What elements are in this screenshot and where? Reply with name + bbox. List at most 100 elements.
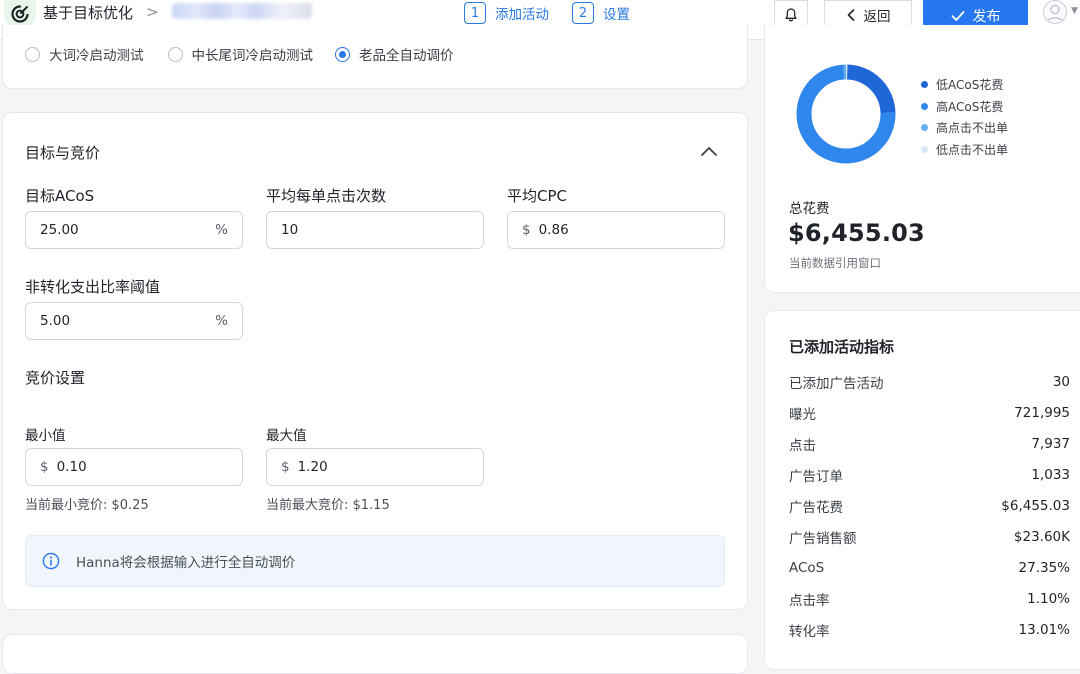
radio-option-large-keyword[interactable]: 大词冷启动测试 — [25, 44, 144, 64]
info-text: Hanna将会根据输入进行全自动调价 — [76, 555, 296, 571]
step-number: 1 — [464, 2, 486, 24]
metric-value: 30 — [1052, 374, 1070, 390]
min-bid-label: 最小值 — [25, 428, 66, 444]
input-value: 0.86 — [538, 222, 569, 238]
legend-dot — [921, 124, 928, 132]
legend-item: 低点击不出单 — [921, 139, 1008, 161]
input-value: 10 — [281, 222, 299, 238]
metric-label: 曝光 — [789, 407, 816, 423]
legend-dot — [921, 81, 928, 89]
radio-option-long-tail[interactable]: 中长尾词冷启动测试 — [167, 44, 314, 64]
chevron-left-icon — [847, 9, 854, 21]
publish-button-label: 发布 — [972, 8, 1001, 25]
metric-row: 已添加广告活动 30 — [789, 372, 1070, 392]
step-label: 设置 — [603, 7, 630, 23]
metric-row: 转化率 13.01% — [789, 620, 1070, 640]
avg-clicks-input[interactable]: 10 — [266, 211, 484, 249]
step-label: 添加活动 — [495, 7, 549, 23]
total-spend-label: 总花费 — [789, 201, 830, 217]
radio-option-auto-bid[interactable]: 老品全自动调价 — [335, 44, 454, 64]
goals-section-title: 目标与竞价 — [25, 144, 101, 162]
metric-row: 点击 7,937 — [789, 434, 1070, 454]
max-bid-label: 最大值 — [266, 428, 307, 444]
chevron-down-icon[interactable]: ▼ — [1071, 6, 1078, 16]
radio-label: 中长尾词冷启动测试 — [191, 48, 314, 64]
breadcrumb-separator: > — [146, 3, 159, 21]
user-icon — [1046, 4, 1064, 23]
input-value: 0.10 — [56, 459, 87, 475]
metric-value: 7,937 — [1031, 436, 1070, 452]
legend-item: 高点击不出单 — [921, 117, 1008, 139]
non-conv-threshold-label: 非转化支出比率阈值 — [25, 278, 161, 296]
step-number: 2 — [572, 2, 594, 24]
collapse-button[interactable] — [698, 141, 720, 161]
input-value: 25.00 — [40, 222, 79, 238]
target-acos-input[interactable]: 25.00 % — [25, 211, 243, 249]
radio-label: 老品全自动调价 — [359, 48, 454, 64]
dollar-prefix: $ — [522, 222, 531, 238]
avg-cpc-label: 平均CPC — [507, 187, 567, 205]
metric-value: $23.60K — [1013, 529, 1070, 545]
total-spend-value: $6,455.03 — [788, 219, 925, 247]
metric-label: 转化率 — [789, 624, 830, 640]
radio-button-selected[interactable] — [335, 46, 350, 62]
metric-row: 广告订单 1,033 — [789, 465, 1070, 485]
step-add-activity[interactable]: 1 添加活动 — [464, 0, 549, 26]
metric-value: 1.10% — [1027, 591, 1070, 607]
step-settings[interactable]: 2 设置 — [572, 0, 630, 26]
metric-row: 点击率 1.10% — [789, 589, 1070, 609]
spend-legend: 低ACoS花费 高ACoS花费 高点击不出单 低点击不出单 — [921, 74, 1008, 160]
legend-label: 低点击不出单 — [936, 142, 1009, 157]
avatar[interactable] — [1043, 0, 1067, 24]
metric-row: 广告花费 $6,455.03 — [789, 496, 1070, 516]
min-bid-hint: 当前最小竞价: $0.25 — [25, 498, 149, 513]
metric-value: 13.01% — [1018, 622, 1070, 638]
metric-label: 点击率 — [789, 593, 830, 609]
max-bid-hint: 当前最大竞价: $1.15 — [266, 498, 390, 513]
breadcrumb-blurred-item[interactable] — [172, 3, 312, 19]
metric-value: 1,033 — [1031, 467, 1070, 483]
metric-row: 曝光 721,995 — [789, 403, 1070, 423]
check-icon — [951, 10, 964, 21]
radio-label: 大词冷启动测试 — [49, 48, 144, 64]
back-button-label: 返回 — [863, 9, 891, 25]
chevron-up-icon — [701, 147, 717, 156]
min-bid-input[interactable]: $ 0.10 — [25, 448, 243, 486]
legend-label: 高ACoS花费 — [936, 99, 1004, 114]
legend-label: 高点击不出单 — [936, 121, 1009, 136]
target-acos-label: 目标ACoS — [25, 187, 95, 205]
metric-value: $6,455.03 — [1001, 498, 1070, 514]
metric-label: 广告销售额 — [789, 531, 857, 547]
legend-item: 高ACoS花费 — [921, 96, 1008, 118]
metric-value: 721,995 — [1014, 405, 1070, 421]
bid-settings-title: 竞价设置 — [25, 369, 86, 387]
metric-label: 已添加广告活动 — [789, 376, 884, 392]
bell-icon — [785, 8, 797, 22]
metric-label: 广告订单 — [789, 469, 843, 485]
non-conv-threshold-input[interactable]: 5.00 % — [25, 302, 243, 340]
avg-clicks-label: 平均每单点击次数 — [266, 187, 387, 205]
metrics-card — [764, 310, 1080, 670]
input-value: 1.20 — [297, 459, 328, 475]
info-banner: Hanna将会根据输入进行全自动调价 — [25, 535, 725, 587]
page-title: 基于目标优化 — [43, 4, 134, 22]
legend-label: 低ACoS花费 — [936, 78, 1004, 93]
radio-button[interactable] — [25, 46, 40, 62]
max-bid-input[interactable]: $ 1.20 — [266, 448, 484, 486]
metric-row: 广告销售额 $23.60K — [789, 527, 1070, 547]
metric-row: ACoS 27.35% — [789, 558, 1070, 578]
radio-button[interactable] — [167, 46, 183, 62]
metric-value: 27.35% — [1018, 560, 1070, 576]
metric-label: ACoS — [789, 560, 825, 576]
input-value: 5.00 — [40, 313, 71, 329]
legend-dot — [921, 102, 928, 110]
spend-donut-chart — [796, 64, 896, 164]
dollar-prefix: $ — [281, 459, 290, 475]
percent-suffix: % — [215, 313, 228, 329]
avg-cpc-input[interactable]: $ 0.86 — [507, 211, 725, 249]
percent-suffix: % — [215, 222, 228, 238]
metrics-title: 已添加活动指标 — [789, 338, 895, 356]
strategy-radio-group: 大词冷启动测试 中长尾词冷启动测试 老品全自动调价 — [25, 44, 454, 64]
info-icon — [42, 552, 60, 570]
brand-logo-icon — [4, 0, 36, 28]
